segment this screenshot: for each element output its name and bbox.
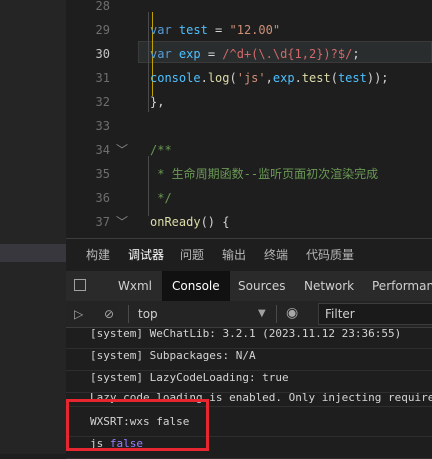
code-token: () { (200, 215, 230, 229)
console-output: js false WXSRT:wxs false Lazy code loading… (66, 327, 432, 459)
line-number: 37 (95, 215, 110, 229)
code-token: ( (330, 71, 338, 85)
line-number: 30 (95, 47, 110, 61)
highlight-annotation-box (66, 399, 209, 451)
selected-file-row[interactable] (0, 244, 66, 262)
devtools-tab[interactable]: 输出 (222, 239, 246, 271)
panel-tab[interactable]: Performance (362, 271, 432, 301)
console-message: [system] WeChatLib: 3.2.1 (2023.11.12 23… (66, 327, 432, 349)
code-token: exp (178, 47, 201, 61)
code-token: onReady (150, 215, 201, 229)
code-line[interactable]: 31 console.log('js',exp.test(test)); (66, 66, 432, 90)
code-token: var (150, 47, 179, 61)
code-text: /** (150, 138, 172, 162)
line-number: 32 (95, 95, 110, 109)
code-token: . (200, 71, 208, 85)
console-message: [system] Subpackages: N/A (66, 349, 432, 371)
code-token: test (301, 71, 331, 85)
devtools-top-tabs: 构建 调试器 问题 输出 终端 代码质量 (66, 239, 432, 271)
code-token: test (337, 71, 367, 85)
code-text: * 生命周期函数--监听页面初次渲染完成 (150, 162, 378, 186)
devtools-tab[interactable]: 终端 (264, 239, 288, 271)
console-message-text: [system] Subpackages: N/A (90, 349, 256, 362)
code-token: log (207, 71, 230, 85)
devtools-panel: 构建 调试器 问题 输出 终端 代码质量 Wxml Console Sources Networ… (66, 238, 432, 459)
devtools-tab[interactable]: 代码质量 (306, 239, 354, 271)
code-line[interactable]: 34 ﹀ /** (66, 138, 432, 162)
code-token: 'js' (236, 71, 266, 85)
code-text: console.log('js',exp.test(test)); (150, 66, 389, 90)
line-number: 29 (95, 23, 110, 37)
code-text: */ (150, 186, 172, 210)
line-number: 31 (95, 71, 110, 85)
code-token: console (150, 71, 201, 85)
context-selector[interactable]: top (138, 301, 158, 327)
code-line[interactable]: 29 var test = "12.00" (66, 18, 432, 42)
panel-tab[interactable]: Network (294, 271, 364, 301)
code-token: = (200, 47, 223, 61)
fold-chevron-icon[interactable]: ﹀ (116, 210, 128, 234)
devtools-tab[interactable]: 调试器 (128, 239, 164, 271)
code-token: exp (272, 71, 295, 85)
code-text: var test = "12.00" (150, 18, 280, 42)
clear-console-icon[interactable]: ⊘ (104, 307, 114, 321)
code-line[interactable]: 32}, (66, 90, 432, 114)
code-line[interactable]: 33 (66, 114, 432, 138)
code-line[interactable]: 36 */ (66, 186, 432, 210)
code-token: ; (352, 47, 360, 61)
code-line[interactable]: 28 (66, 0, 432, 18)
code-line[interactable]: 37 ﹀ onReady() { (66, 210, 432, 234)
code-token: . (294, 71, 302, 85)
code-line[interactable]: 35 * 生命周期函数--监听页面初次渲染完成 (66, 162, 432, 186)
fold-chevron-icon[interactable]: ﹀ (116, 138, 128, 162)
code-text: var exp = /^d+(\.\d{1,2})?$/; (150, 42, 360, 66)
code-text: onReady() { (150, 210, 229, 234)
sidebar-toggle-icon[interactable]: ▷ (74, 307, 83, 321)
line-number: 34 (95, 143, 110, 157)
code-token: /** (150, 143, 172, 157)
code-text: }, (150, 90, 164, 114)
line-number: 33 (95, 119, 110, 133)
code-token: , (265, 71, 273, 85)
code-token: * 生命周期函数--监听页面初次渲染完成 (150, 167, 379, 181)
inspect-element-icon[interactable] (74, 279, 86, 291)
panel-tab[interactable]: Wxml (108, 271, 162, 301)
code-token: test (178, 23, 208, 37)
code-token: ( (229, 71, 237, 85)
code-token: "12.00" (229, 23, 281, 37)
filter-input[interactable]: Filter (318, 303, 432, 325)
code-token: */ (150, 191, 172, 205)
console-toolbar: ▷ ⊘ top ▼ ◉ Filter (66, 301, 432, 328)
line-number: 35 (95, 167, 110, 181)
code-token: var (150, 23, 179, 37)
code-token: = (207, 23, 230, 37)
devtools-tab[interactable]: 构建 (86, 239, 110, 271)
toolbar-divider (128, 305, 129, 323)
toolbar-divider (276, 305, 277, 323)
console-message-text: [system] WeChatLib: 3.2.1 (2023.11.12 23… (90, 327, 402, 340)
code-token: /^d+(\.\d{1,2})?$/ (222, 47, 353, 61)
devtools-tab[interactable]: 问题 (180, 239, 204, 271)
console-message: [system] LazyCodeLoading: true (66, 371, 432, 393)
code-token: }, (150, 95, 165, 109)
code-line[interactable]: 30 var exp = /^d+(\.\d{1,2})?$/; (66, 42, 432, 66)
file-explorer-strip (0, 0, 66, 454)
console-message-text: [system] LazyCodeLoading: true (90, 371, 289, 384)
chevron-down-icon[interactable]: ▼ (258, 301, 266, 327)
code-token: )); (366, 71, 389, 85)
eye-icon[interactable]: ◉ (286, 306, 298, 320)
line-number: 36 (95, 191, 110, 205)
line-number: 28 (95, 0, 110, 13)
panel-tab[interactable]: Sources (228, 271, 295, 301)
devtools-panel-tabs: WxmlConsoleSourcesNetworkPerformance (66, 271, 432, 302)
code-editor[interactable]: 28 29 var test = "12.00" 30 var exp = /^d+(\… (66, 0, 432, 238)
panel-tab[interactable]: Console (162, 271, 230, 301)
